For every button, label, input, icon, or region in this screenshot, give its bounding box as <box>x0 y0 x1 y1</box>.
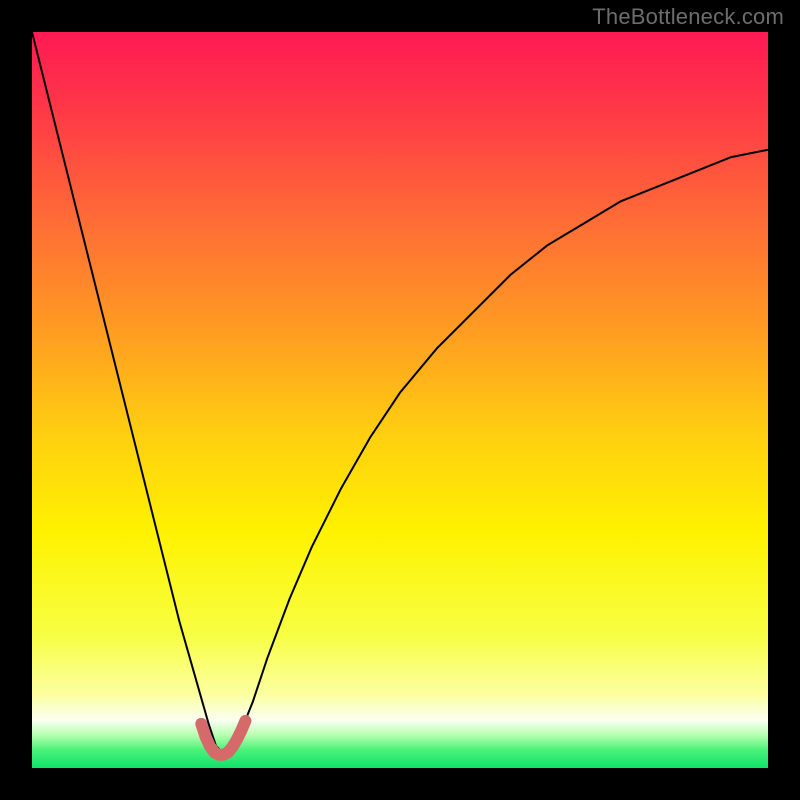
plot-area <box>32 32 768 768</box>
chart-frame: TheBottleneck.com <box>0 0 800 800</box>
bottleneck-chart <box>32 32 768 768</box>
heatmap-background <box>32 32 768 768</box>
attribution-text: TheBottleneck.com <box>592 4 784 30</box>
